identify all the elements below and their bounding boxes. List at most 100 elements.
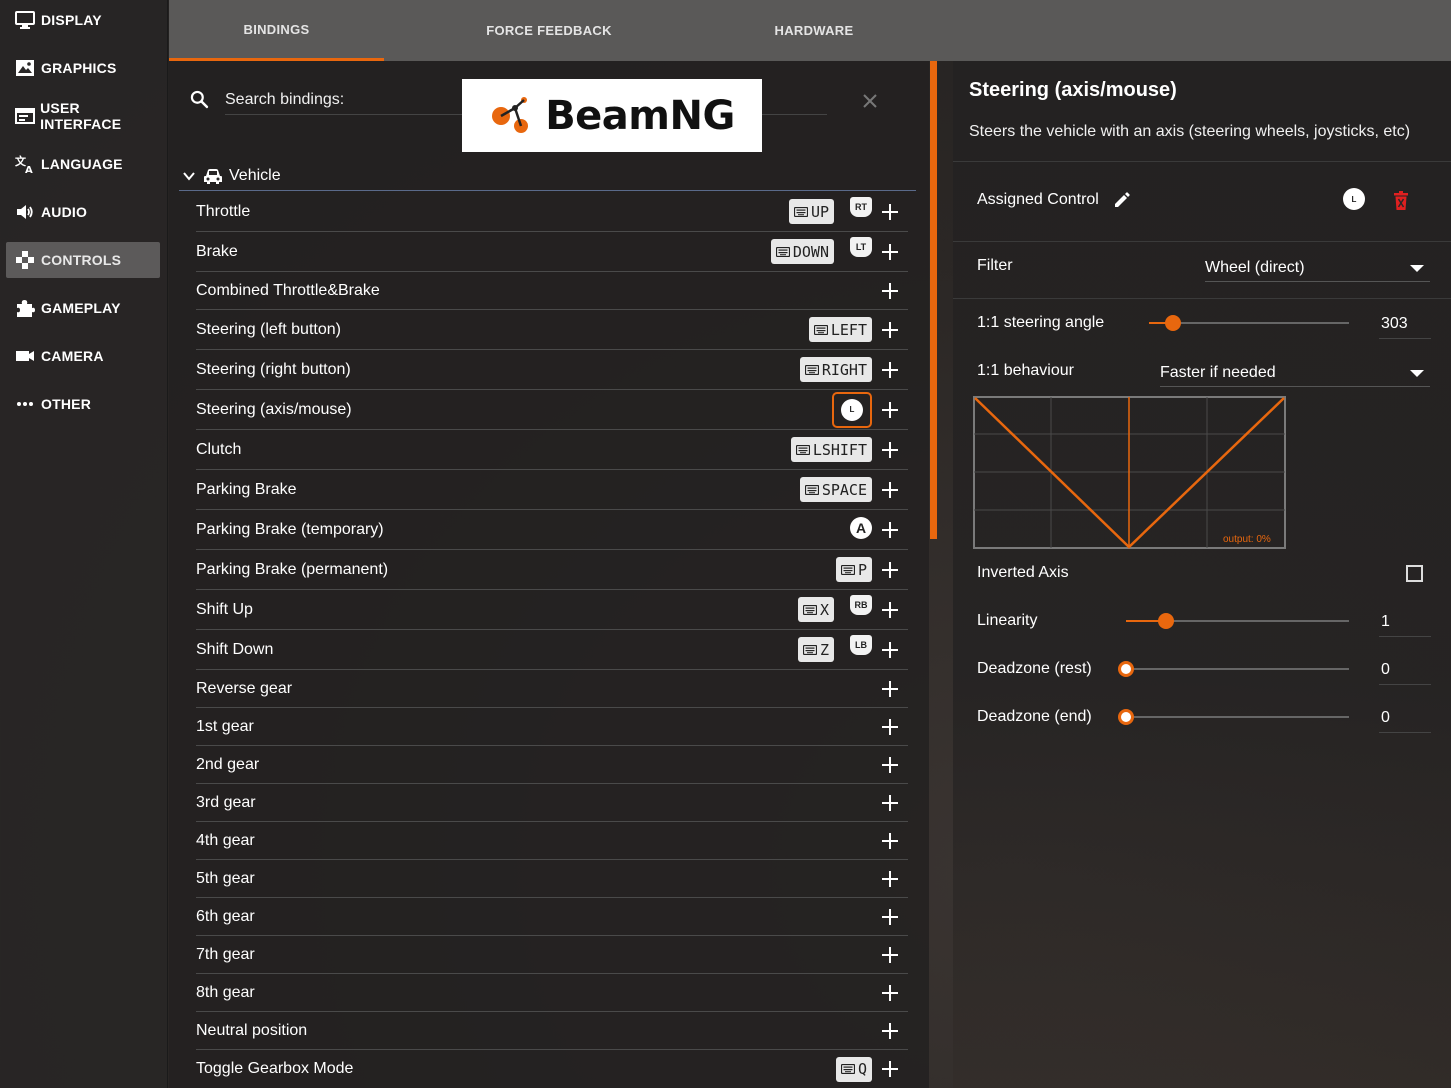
add-binding-icon[interactable] [882, 1061, 898, 1077]
keyboard-binding-chip[interactable]: Z [797, 637, 834, 662]
binding-row[interactable]: Throttle UP RT [196, 192, 908, 232]
category-vehicle[interactable]: Vehicle [179, 161, 916, 191]
add-binding-icon[interactable] [882, 908, 898, 925]
behaviour-dropdown[interactable]: Faster if needed [1160, 359, 1430, 387]
add-binding-icon[interactable] [882, 203, 898, 220]
tab-hardware[interactable]: HARDWARE [714, 0, 914, 61]
add-binding-icon[interactable] [882, 794, 898, 811]
binding-row[interactable]: 6th gear [196, 898, 908, 936]
sidebar-item-audio[interactable]: AUDIO [6, 194, 160, 230]
binding-row[interactable]: 5th gear [196, 860, 908, 898]
deadzone-end-input[interactable]: 0 [1379, 703, 1431, 733]
add-binding-icon[interactable] [882, 832, 898, 849]
filter-dropdown[interactable]: Wheel (direct) [1205, 254, 1430, 282]
slider-thumb[interactable] [1118, 709, 1134, 725]
add-binding-icon[interactable] [882, 243, 898, 260]
keyboard-binding-chip[interactable]: LSHIFT [790, 437, 872, 462]
keyboard-binding-chip[interactable]: P [835, 557, 872, 582]
keyboard-binding-chip[interactable]: Q [835, 1056, 872, 1082]
sidebar-item-camera[interactable]: CAMERA [6, 338, 160, 374]
speaker-icon [14, 202, 36, 222]
keyboard-binding-chip[interactable]: SPACE [799, 477, 872, 502]
binding-row[interactable]: Steering (right button) RIGHT [196, 350, 908, 390]
inverted-axis-checkbox[interactable] [1406, 565, 1423, 582]
binding-row[interactable]: Parking Brake SPACE [196, 470, 908, 510]
keyboard-binding-chip[interactable]: RIGHT [799, 357, 872, 382]
add-binding-icon[interactable] [882, 441, 898, 458]
add-binding-icon[interactable] [882, 282, 898, 299]
add-binding-icon[interactable] [882, 481, 898, 498]
add-binding-icon[interactable] [882, 361, 898, 378]
sidebar-item-display[interactable]: DISPLAY [6, 2, 160, 38]
axis-binding-chip[interactable]: L [832, 391, 872, 428]
close-icon[interactable] [861, 92, 879, 110]
gamepad-button-chip[interactable]: A [850, 516, 872, 539]
add-binding-icon[interactable] [882, 718, 898, 735]
binding-row[interactable]: Toggle Gearbox Mode Q [196, 1050, 908, 1088]
linearity-input[interactable]: 1 [1379, 607, 1431, 637]
binding-row[interactable]: Steering (axis/mouse) L [196, 390, 908, 430]
add-binding-icon[interactable] [882, 561, 898, 578]
add-binding-icon[interactable] [882, 521, 898, 538]
add-binding-icon[interactable] [882, 756, 898, 773]
binding-row[interactable]: Neutral position [196, 1012, 908, 1050]
binding-row[interactable]: 1st gear [196, 708, 908, 746]
add-binding-icon[interactable] [882, 401, 898, 418]
gamepad-trigger-chip[interactable]: LB [850, 634, 872, 655]
linearity-slider[interactable] [1126, 613, 1349, 629]
add-binding-icon[interactable] [882, 601, 898, 618]
binding-label: Parking Brake (permanent) [196, 560, 389, 578]
tab-bindings[interactable]: BINDINGS [169, 0, 384, 61]
tab-force-feedback[interactable]: FORCE FEEDBACK [449, 0, 649, 61]
pencil-icon[interactable] [1113, 191, 1131, 209]
gamepad-trigger-chip[interactable]: RT [850, 196, 872, 217]
steering-angle-input[interactable]: 303 [1379, 309, 1431, 339]
add-binding-icon[interactable] [882, 1022, 898, 1039]
binding-row[interactable]: Combined Throttle&Brake [196, 272, 908, 310]
slider-thumb[interactable] [1165, 315, 1181, 331]
deadzone-rest-slider[interactable] [1118, 661, 1349, 677]
binding-row[interactable]: Parking Brake (temporary) A [196, 510, 908, 550]
deadzone-rest-input[interactable]: 0 [1379, 655, 1431, 685]
steering-angle-slider[interactable] [1149, 315, 1349, 331]
sidebar-item-gameplay[interactable]: GAMEPLAY [6, 290, 160, 326]
sidebar-item-language[interactable]: 文 A LANGUAGE [6, 146, 160, 182]
gamepad-trigger-chip[interactable]: RB [850, 594, 872, 615]
add-binding-icon[interactable] [882, 641, 898, 658]
sidebar-item-controls[interactable]: CONTROLS [6, 242, 160, 278]
sidebar-item-graphics[interactable]: GRAPHICS [6, 50, 160, 86]
binding-label: Steering (right button) [196, 360, 351, 378]
binding-row[interactable]: 4th gear [196, 822, 908, 860]
trash-icon[interactable] [1393, 191, 1409, 211]
deadzone-end-slider[interactable] [1118, 709, 1349, 725]
keyboard-binding-chip[interactable]: DOWN [770, 239, 834, 264]
keyboard-binding-chip[interactable]: X [797, 597, 834, 622]
add-binding-icon[interactable] [882, 680, 898, 697]
binding-label: Shift Down [196, 640, 274, 658]
slider-thumb[interactable] [1158, 613, 1175, 629]
add-binding-icon[interactable] [882, 321, 898, 338]
binding-row[interactable]: 8th gear [196, 974, 908, 1012]
slider-thumb[interactable] [1118, 661, 1134, 677]
keyboard-binding-chip[interactable]: UP [788, 199, 834, 224]
binding-row[interactable]: Shift Down Z LB [196, 630, 908, 670]
add-binding-icon[interactable] [882, 870, 898, 887]
binding-row[interactable]: Reverse gear [196, 670, 908, 708]
puzzle-icon [14, 298, 36, 318]
binding-label: Combined Throttle&Brake [196, 281, 380, 299]
gamepad-trigger-chip[interactable]: LT [850, 236, 872, 257]
binding-row[interactable]: Clutch LSHIFT [196, 430, 908, 470]
scrollbar[interactable] [930, 61, 937, 539]
binding-row[interactable]: Shift Up X RB [196, 590, 908, 630]
add-binding-icon[interactable] [882, 946, 898, 963]
binding-row[interactable]: Parking Brake (permanent) P [196, 550, 908, 590]
sidebar-item-other[interactable]: OTHER [6, 386, 160, 422]
add-binding-icon[interactable] [882, 984, 898, 1001]
binding-row[interactable]: 2nd gear [196, 746, 908, 784]
keyboard-binding-chip[interactable]: LEFT [808, 317, 872, 342]
binding-row[interactable]: Steering (left button) LEFT [196, 310, 908, 350]
sidebar-item-user-interface[interactable]: USER INTERFACE [6, 98, 160, 134]
binding-row[interactable]: Brake DOWN LT [196, 232, 908, 272]
binding-row[interactable]: 3rd gear [196, 784, 908, 822]
binding-row[interactable]: 7th gear [196, 936, 908, 974]
